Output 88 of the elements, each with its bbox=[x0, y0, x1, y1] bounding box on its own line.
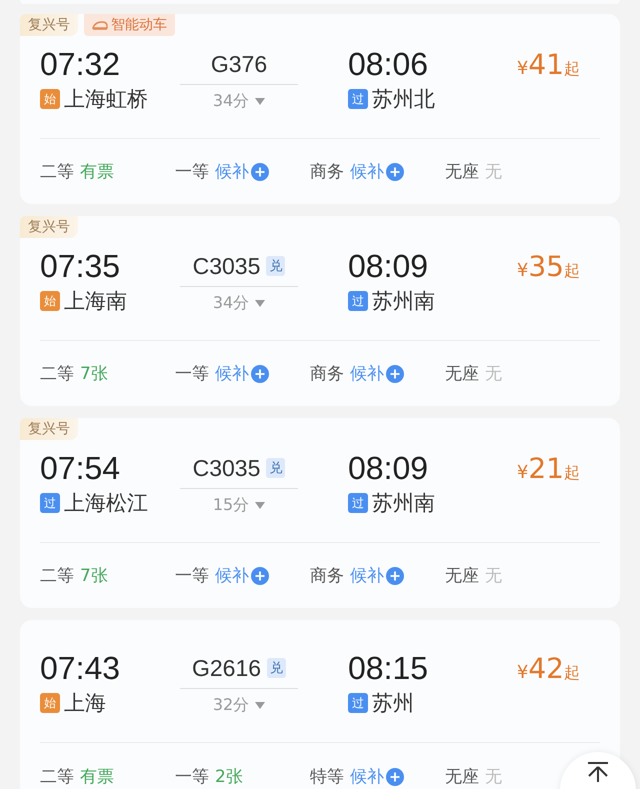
add-icon[interactable] bbox=[251, 162, 269, 180]
seat-status: 候补 bbox=[350, 565, 384, 587]
seat-status: 候补 bbox=[350, 363, 384, 385]
train-card[interactable]: 07:43 始 上海 G2616 兑 32分 08:15 过 苏州 ¥42起 二等 有票 一等 2张 特等 候补 无座 无 bbox=[20, 620, 620, 789]
train-card[interactable]: 复兴号 智能动车 07:32 始 上海虹桥 G376 34分 08:06 过 苏州北 ¥41起 二等 有票 一等 候补 商务 候补 无座 无 bbox=[20, 14, 620, 204]
arrival-station: 苏州南 bbox=[372, 490, 435, 517]
station-badge: 始 bbox=[40, 291, 60, 311]
departure-time: 07:54 bbox=[40, 449, 122, 488]
seat-class: 二等 bbox=[40, 161, 74, 183]
seat-status: 7张 bbox=[80, 565, 108, 587]
seat-class: 无座 bbox=[445, 363, 479, 385]
seat-status: 无 bbox=[485, 161, 502, 183]
seat-class: 一等 bbox=[175, 766, 209, 788]
caret-icon bbox=[255, 300, 266, 307]
station-badge: 过 bbox=[348, 493, 368, 513]
departure-station: 上海虹桥 bbox=[64, 86, 148, 113]
station-badge: 始 bbox=[40, 89, 60, 109]
arrow-up-icon bbox=[586, 762, 610, 782]
departure-time: 07:43 bbox=[40, 649, 122, 688]
station-badge: 过 bbox=[348, 693, 368, 713]
seat-class: 无座 bbox=[445, 161, 479, 183]
seat-class: 商务 bbox=[310, 565, 344, 587]
caret-icon bbox=[255, 702, 266, 709]
caret-icon bbox=[255, 502, 266, 509]
train-tag: 复兴号 bbox=[20, 418, 78, 440]
seat-class: 一等 bbox=[175, 565, 209, 587]
train-tag: 复兴号 bbox=[20, 216, 78, 238]
arrival-station: 苏州南 bbox=[372, 288, 435, 315]
train-tag: 智能动车 bbox=[84, 14, 175, 36]
arrival-time: 08:06 bbox=[348, 45, 430, 84]
departure-station: 上海南 bbox=[64, 288, 127, 315]
price: ¥42起 bbox=[516, 651, 580, 685]
seat-class: 二等 bbox=[40, 766, 74, 788]
seat-status: 候补 bbox=[350, 766, 384, 788]
arrival-time: 08:09 bbox=[348, 449, 430, 488]
seat-status: 无 bbox=[485, 766, 502, 788]
station-badge: 过 bbox=[40, 493, 60, 513]
arrival-station: 苏州 bbox=[372, 690, 414, 717]
train-number: G376 bbox=[210, 50, 268, 78]
caret-icon bbox=[255, 98, 266, 105]
add-icon[interactable] bbox=[386, 162, 404, 180]
seat-class: 二等 bbox=[40, 363, 74, 385]
station-badge: 过 bbox=[348, 89, 368, 109]
seat-status: 候补 bbox=[350, 161, 384, 183]
seat-class: 无座 bbox=[445, 565, 479, 587]
seat-class: 特等 bbox=[310, 766, 344, 788]
add-icon[interactable] bbox=[386, 364, 404, 382]
train-icon bbox=[92, 20, 108, 30]
departure-time: 07:35 bbox=[40, 247, 122, 286]
add-icon[interactable] bbox=[251, 364, 269, 382]
seat-class: 无座 bbox=[445, 766, 479, 788]
add-icon[interactable] bbox=[251, 566, 269, 584]
seat-status: 候补 bbox=[215, 565, 249, 587]
arrival-time: 08:09 bbox=[348, 247, 430, 286]
seat-class: 商务 bbox=[310, 363, 344, 385]
add-icon[interactable] bbox=[386, 566, 404, 584]
arrival-station: 苏州北 bbox=[372, 86, 435, 113]
add-icon[interactable] bbox=[386, 768, 404, 786]
exchange-badge: 兑 bbox=[266, 256, 286, 276]
station-badge: 始 bbox=[40, 693, 60, 713]
seat-status: 无 bbox=[485, 363, 502, 385]
seat-status: 无 bbox=[485, 565, 502, 587]
arrival-time: 08:15 bbox=[348, 649, 430, 688]
station-badge: 过 bbox=[348, 291, 368, 311]
seat-status: 候补 bbox=[215, 363, 249, 385]
seat-class: 一等 bbox=[175, 161, 209, 183]
train-card[interactable]: 复兴号 07:54 过 上海松江 C3035 兑 15分 08:09 过 苏州南 ¥21起 二等 7张 一等 候补 商务 候补 无座 无 bbox=[20, 418, 620, 608]
departure-time: 07:32 bbox=[40, 45, 122, 84]
exchange-badge: 兑 bbox=[267, 658, 286, 678]
seat-status: 有票 bbox=[80, 766, 114, 788]
seat-status: 2张 bbox=[215, 766, 243, 788]
train-number: C3035 bbox=[192, 252, 260, 280]
seat-class: 一等 bbox=[175, 363, 209, 385]
price: ¥35起 bbox=[516, 249, 580, 283]
departure-station: 上海松江 bbox=[64, 490, 148, 517]
price: ¥21起 bbox=[516, 451, 580, 485]
seat-class: 二等 bbox=[40, 565, 74, 587]
price: ¥41起 bbox=[516, 47, 580, 81]
departure-station: 上海 bbox=[64, 690, 106, 717]
train-tag: 复兴号 bbox=[20, 14, 78, 36]
seat-status: 7张 bbox=[80, 363, 108, 385]
train-number: G2616 bbox=[192, 654, 262, 682]
seat-class: 商务 bbox=[310, 161, 344, 183]
seat-status: 候补 bbox=[215, 161, 249, 183]
seat-status: 有票 bbox=[80, 161, 114, 183]
exchange-badge: 兑 bbox=[266, 458, 286, 478]
train-number: C3035 bbox=[192, 454, 260, 482]
train-card[interactable]: 复兴号 07:35 始 上海南 C3035 兑 34分 08:09 过 苏州南 ¥35起 二等 7张 一等 候补 商务 候补 无座 无 bbox=[20, 216, 620, 406]
